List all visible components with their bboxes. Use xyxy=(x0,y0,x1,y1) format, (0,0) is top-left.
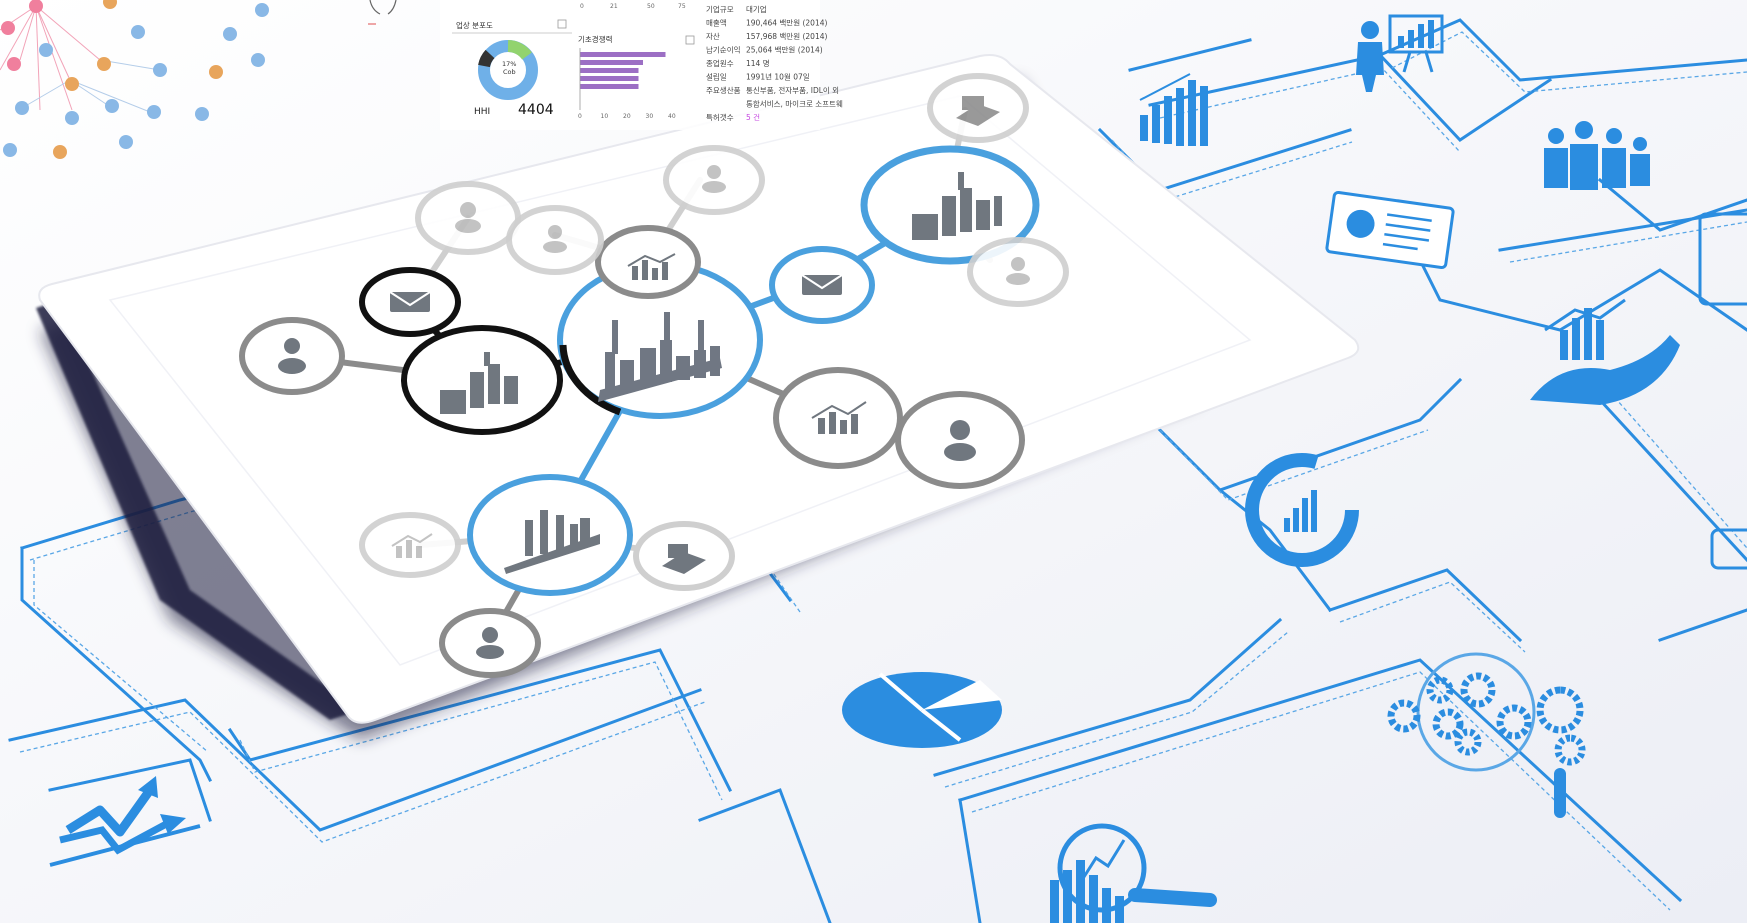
info-row-value: 157,968 백만원 (2014) xyxy=(746,31,827,41)
top-axis-tick: 75 xyxy=(678,3,686,10)
info-row-label: 매출액 xyxy=(706,18,727,28)
network-node-person-gray-1 xyxy=(239,317,345,395)
info-row-label: 기업규모 xyxy=(706,5,734,14)
network-node-chart-gray-2 xyxy=(773,367,903,469)
patent-count-link[interactable]: 5 건 xyxy=(746,112,760,122)
info-row-label: 주요생산품 xyxy=(706,85,741,95)
bar-axis-tick: 0 xyxy=(578,113,582,120)
bar-axis-tick: 10 xyxy=(601,113,609,120)
dashboard-snippet: 0 21 50 75 업상 분포도 17% Cob HHI 4404 기초경쟁력… xyxy=(440,0,843,130)
info-row-label: 종업원수 xyxy=(706,59,734,68)
bar-axis-tick: 40 xyxy=(668,113,676,120)
bar xyxy=(580,60,643,65)
network-node-chart-gray-1 xyxy=(595,225,701,299)
network-node-factory-black xyxy=(401,325,563,435)
network-node-person-light-1 xyxy=(415,181,521,255)
bar xyxy=(580,52,666,57)
info-row-label: 자산 xyxy=(706,31,720,41)
bar xyxy=(580,76,639,81)
info-row-value: 25,064 백만원 (2014) xyxy=(746,45,823,55)
scene: 0 21 50 75 업상 분포도 17% Cob HHI 4404 기초경쟁력… xyxy=(0,0,1747,923)
bar xyxy=(580,68,639,73)
info-row-value: 통신부품, 전자부품, IDL이 외 xyxy=(746,85,839,95)
info-row-value: 190,464 백만원 (2014) xyxy=(746,18,827,28)
network-node-factory-blue-bottom xyxy=(467,474,633,596)
top-axis-tick: 0 xyxy=(580,3,584,10)
network-node-person-light-2 xyxy=(506,205,604,275)
info-row-value: 통합서비스, 마이크로 소프트웨 xyxy=(746,99,843,109)
network-node-person-gray-3 xyxy=(439,608,541,678)
hhi-label: HHI xyxy=(474,107,490,117)
network-node-warehouse-gray xyxy=(633,521,735,591)
info-row-value: 대기업 xyxy=(746,5,767,14)
envelope-icon xyxy=(801,274,843,295)
info-row-value: 1991년 10월 07일 xyxy=(746,72,810,82)
network-node-person-light-3 xyxy=(663,145,765,215)
info-row-label: 설립일 xyxy=(706,73,727,82)
bar-panel-title: 기초경쟁력 xyxy=(578,34,613,44)
network-node-envelope-blue xyxy=(769,246,875,324)
donut-segment xyxy=(478,49,495,68)
network-node-person-gray-2 xyxy=(895,391,1025,489)
envelope-icon xyxy=(389,291,431,312)
info-row-label: 특허갯수 xyxy=(706,112,734,122)
bar-axis-tick: 20 xyxy=(623,113,631,120)
donut-center-label: Cob xyxy=(503,68,516,76)
donut-center-label: 17% xyxy=(502,60,516,68)
bar xyxy=(580,84,639,89)
network-node-envelope-black xyxy=(359,267,461,337)
pie-chart-icon xyxy=(842,672,1002,748)
bar-axis-tick: 30 xyxy=(646,113,654,120)
info-row-value: 114 명 xyxy=(746,58,770,68)
network-node-chart-light xyxy=(359,512,461,578)
network-node-warehouse-light xyxy=(927,73,1029,143)
info-row-label: 납기순이익 xyxy=(706,45,741,55)
hhi-value: 4404 xyxy=(518,102,554,118)
donut-panel-title: 업상 분포도 xyxy=(456,20,493,30)
top-axis-tick: 50 xyxy=(647,3,655,10)
network-node-person-light-4 xyxy=(967,237,1069,307)
top-axis-tick: 21 xyxy=(610,3,618,10)
